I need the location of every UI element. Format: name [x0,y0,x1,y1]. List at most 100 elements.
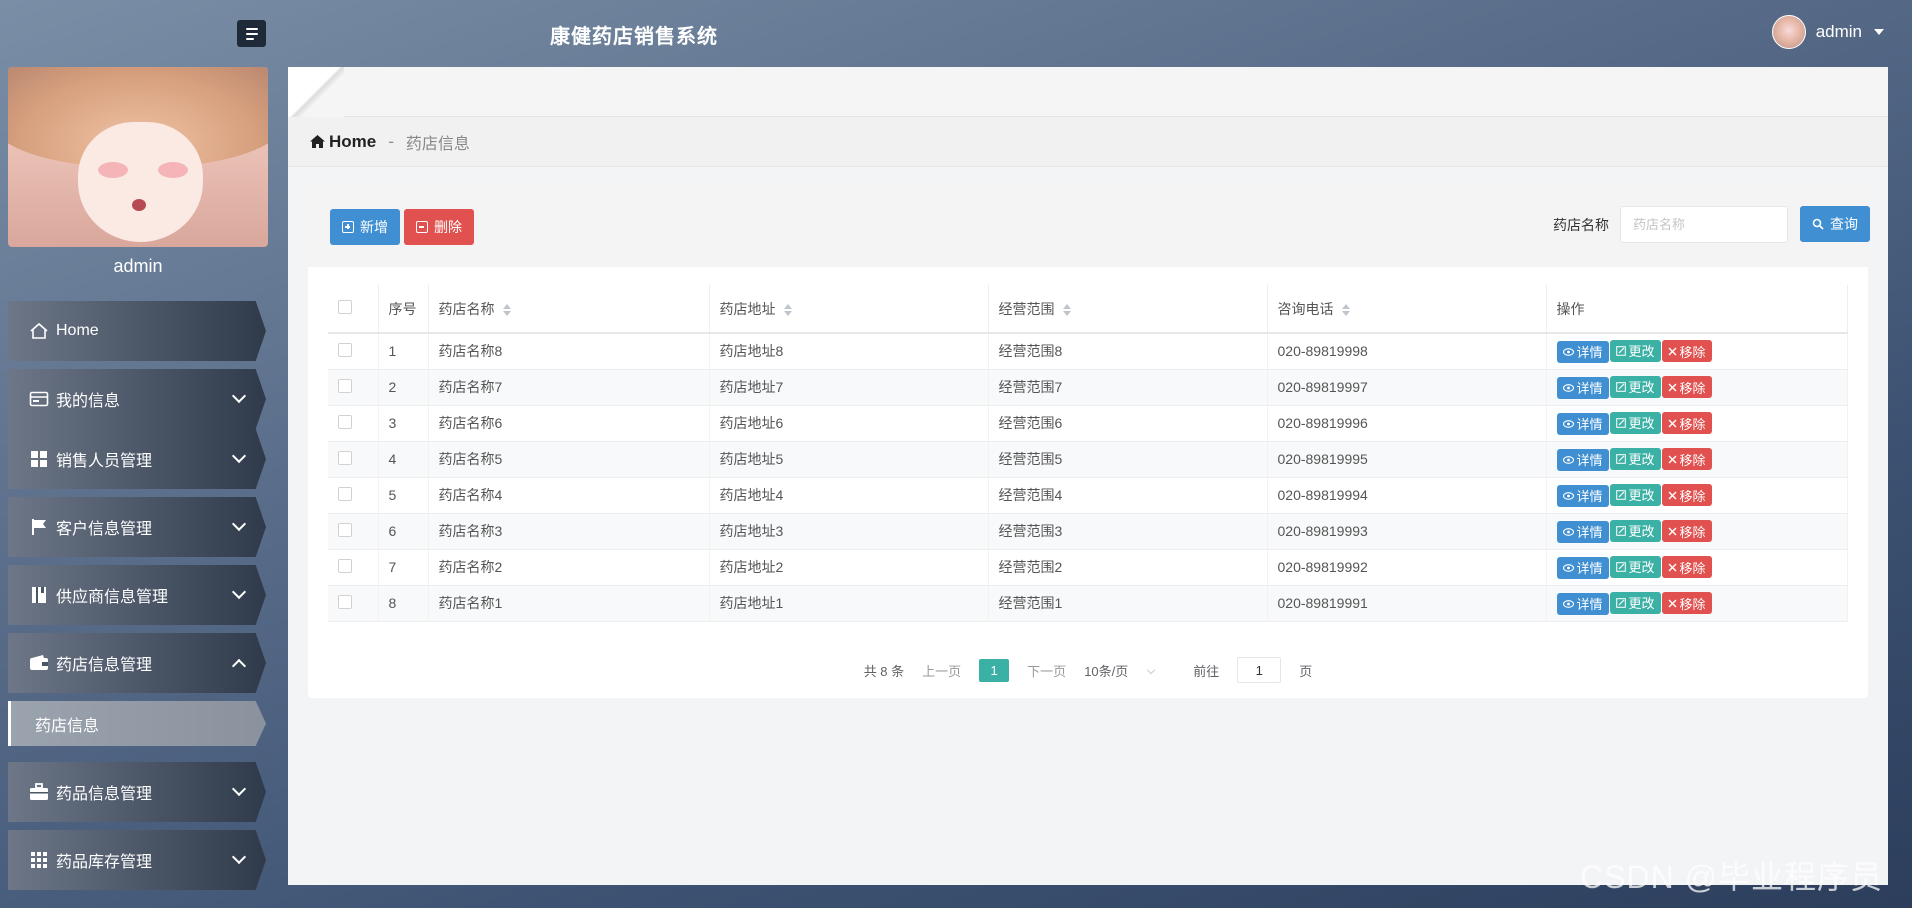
view-button[interactable]: 详情 [1556,448,1609,471]
sidebar-item-inventory[interactable]: 药品库存管理 [8,830,266,890]
table-row[interactable]: 3 药店名称6 药店地址6 经营范围6 020-89819996 详情 更改 移除 [328,405,1848,442]
eye-icon [1562,527,1574,536]
search-icon [1812,218,1824,230]
remove-button[interactable]: 移除 [1661,448,1712,470]
cell-name: 药店名称2 [428,549,710,586]
edit-button[interactable]: 更改 [1609,591,1661,614]
chevron-down-icon[interactable] [1147,665,1156,675]
pager-page-button[interactable]: 1 [979,658,1010,682]
wallet-icon [28,654,50,672]
view-button[interactable]: 详情 [1556,412,1609,435]
pager-total: 共 8 条 [863,663,905,679]
cell-address: 药店地址8 [709,333,989,370]
sort-icon[interactable] [1062,303,1071,316]
remove-button[interactable]: 移除 [1661,340,1712,363]
edit-button[interactable]: 更改 [1609,555,1661,578]
breadcrumb-home-label[interactable]: Home [329,132,376,152]
row-checkbox[interactable] [338,378,352,393]
view-button[interactable]: 详情 [1556,592,1609,615]
sidebar-item-my-info[interactable]: 我的信息 [8,369,266,429]
view-button[interactable]: 详情 [1556,556,1609,579]
remove-button[interactable]: 移除 [1661,592,1712,614]
view-button-label: 详情 [1576,489,1603,504]
cell-name: 药店名称5 [428,441,710,478]
table-row[interactable]: 7 药店名称2 药店地址2 经营范围2 020-89819992 详情 更改 移除 [328,549,1848,586]
pager-goto-input[interactable]: 1 [1237,657,1282,683]
page-size-value[interactable]: 10条/页 [1084,661,1128,680]
cell-no: 1 [378,333,429,370]
row-checkbox[interactable] [338,486,352,501]
view-button[interactable]: 详情 [1556,520,1609,543]
pager-prev-button[interactable]: 上一页 [922,661,961,680]
edit-button[interactable]: 更改 [1609,375,1661,398]
breadcrumb-home[interactable]: Home [310,132,376,152]
sort-icon[interactable] [783,303,792,316]
add-button[interactable]: 新增 [330,209,400,245]
pager-next-button[interactable]: 下一页 [1027,661,1066,680]
delete-button[interactable]: 删除 [404,209,474,245]
user-menu[interactable]: admin [1771,15,1884,49]
cell-phone: 020-89819992 [1267,549,1547,586]
sidebar-subitem-pharmacy-info[interactable]: 药店信息 [8,701,266,746]
search-input[interactable] [1620,206,1788,243]
table-row[interactable]: 5 药店名称4 药店地址4 经营范围4 020-89819994 详情 更改 移除 [328,477,1848,514]
row-checkbox[interactable] [338,558,352,573]
view-button[interactable]: 详情 [1556,376,1609,399]
table-row[interactable]: 1 药店名称8 药店地址8 经营范围8 020-89819998 详情 更改 移除 [328,333,1848,370]
remove-button[interactable]: 移除 [1661,376,1712,398]
col-header-address[interactable]: 药店地址 [709,285,989,334]
page-fold-decoration [288,67,344,117]
top-bar: 康健药店销售系统 admin [0,0,1912,66]
home-icon [310,135,325,148]
table-row[interactable]: 6 药店名称3 药店地址3 经营范围3 020-89819993 详情 更改 移除 [328,513,1848,550]
cell-scope: 经营范围1 [988,585,1268,622]
edit-button[interactable]: 更改 [1609,519,1661,542]
cell-address: 药店地址2 [709,549,989,586]
remove-button[interactable]: 移除 [1661,484,1712,506]
sidebar-item-pharmacy[interactable]: 药店信息管理 [8,633,266,693]
edit-button[interactable]: 更改 [1609,483,1661,506]
row-checkbox[interactable] [338,342,352,357]
content-panel: 新增 删除 药店名称 查询 序号 药店名称 药店地址 [308,185,1870,698]
avatar[interactable] [1771,15,1806,49]
cell-scope: 经营范围2 [988,549,1268,586]
row-checkbox[interactable] [338,414,352,429]
cell-address: 药店地址5 [709,441,989,478]
remove-button[interactable]: 移除 [1661,520,1712,542]
edit-button[interactable]: 更改 [1609,339,1661,362]
sort-icon[interactable] [502,303,511,316]
remove-button-label: 移除 [1679,560,1706,576]
sort-icon[interactable] [1341,303,1350,316]
row-checkbox[interactable] [338,450,352,465]
sidebar-item-medicine[interactable]: 药品信息管理 [8,762,266,822]
query-button[interactable]: 查询 [1800,206,1870,242]
close-icon [1668,599,1677,607]
user-name[interactable]: admin [1816,22,1862,42]
row-checkbox[interactable] [338,594,352,609]
table-row[interactable]: 4 药店名称5 药店地址5 经营范围5 020-89819995 详情 更改 移除 [328,441,1848,478]
view-button[interactable]: 详情 [1556,340,1609,363]
cell-actions: 详情 更改 移除 [1546,405,1848,442]
sidebar-item-customers[interactable]: 客户信息管理 [8,497,266,557]
view-button[interactable]: 详情 [1556,484,1609,507]
sidebar-item-label: Home [56,322,99,339]
row-checkbox[interactable] [338,522,352,537]
select-all-checkbox[interactable] [338,300,352,314]
table-row[interactable]: 2 药店名称7 药店地址7 经营范围7 020-89819997 详情 更改 移除 [328,369,1848,406]
col-header-phone[interactable]: 咨询电话 [1267,285,1547,334]
remove-button[interactable]: 移除 [1661,556,1712,578]
remove-button[interactable]: 移除 [1661,412,1712,434]
close-icon [1668,347,1677,356]
table-row[interactable]: 8 药店名称1 药店地址1 经营范围1 020-89819991 详情 更改 移除 [328,585,1848,622]
edit-button[interactable]: 更改 [1609,411,1661,434]
col-header-name[interactable]: 药店名称 [428,285,710,334]
sidebar-item-sales-staff[interactable]: 销售人员管理 [8,429,266,489]
edit-button[interactable]: 更改 [1609,447,1661,470]
sidebar-item-home[interactable]: Home [8,301,266,361]
menu-toggle-button[interactable] [237,20,266,47]
col-header-scope[interactable]: 经营范围 [988,285,1268,334]
page-size-select[interactable]: 10条/页 [1084,661,1156,680]
caret-down-icon[interactable] [1874,29,1884,35]
sidebar-item-suppliers[interactable]: 供应商信息管理 [8,565,266,625]
cell-scope: 经营范围8 [988,333,1268,370]
